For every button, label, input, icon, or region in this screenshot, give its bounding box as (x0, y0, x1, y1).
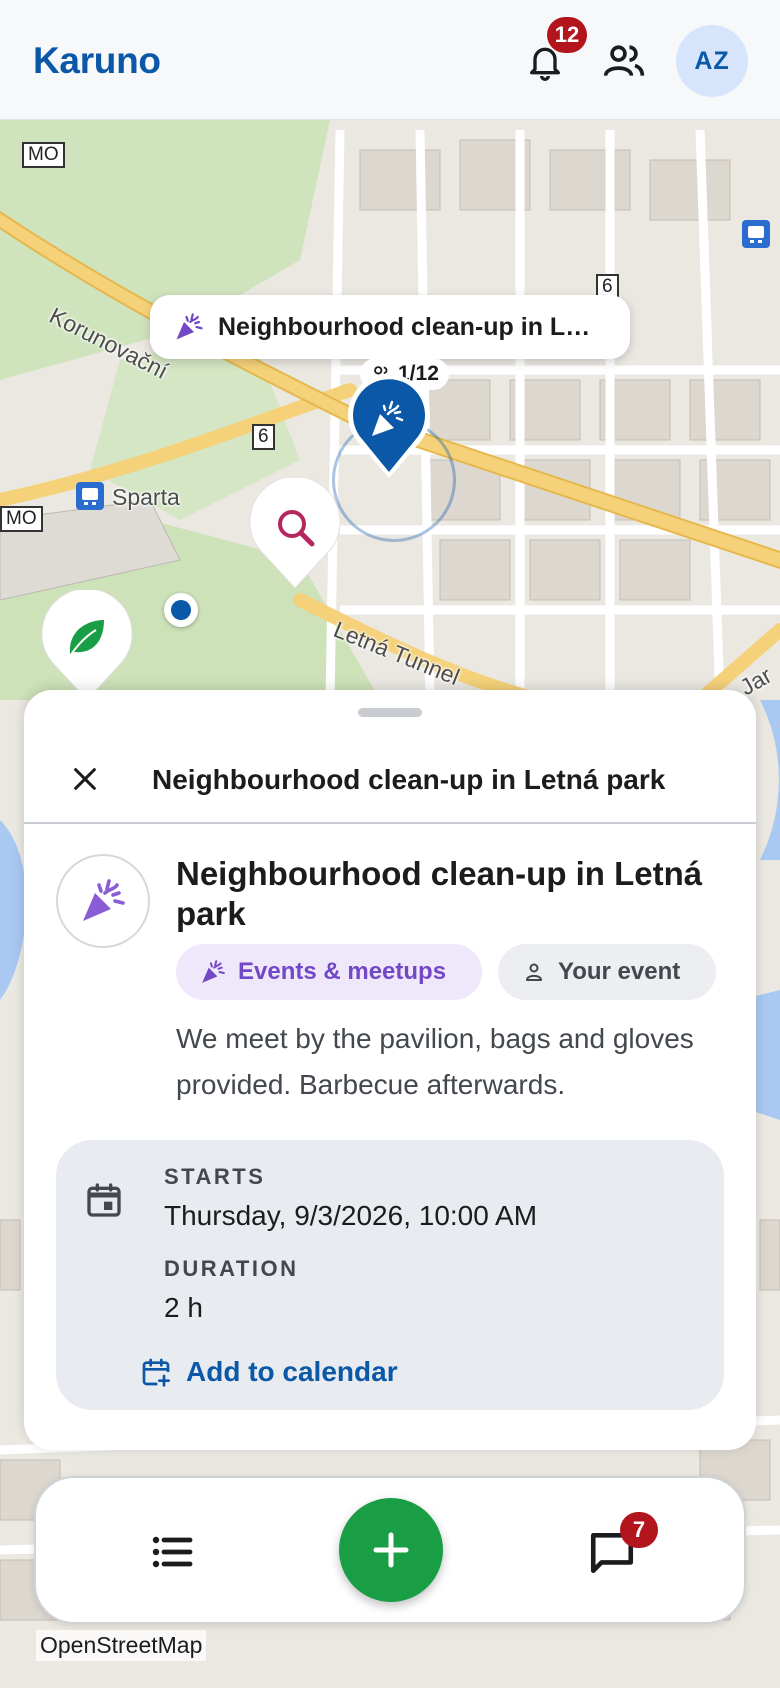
route-shield: 6 (252, 424, 275, 450)
app-logo[interactable]: Karuno (33, 40, 161, 82)
starts-label: STARTS (164, 1164, 266, 1189)
party-popper-icon (83, 879, 125, 921)
callout-title: Neighbourhood clean-up in L… (218, 312, 591, 341)
schedule-card: STARTS Thursday, 9/3/2026, 10:00 AM DURA… (56, 1140, 724, 1410)
ownership-chip: Your event (498, 944, 716, 1000)
party-popper-icon (202, 960, 225, 983)
add-to-calendar-button[interactable]: Add to calendar (116, 1350, 398, 1394)
event-title: Neighbourhood clean-up in Letná park (176, 855, 703, 932)
friends-button[interactable] (596, 33, 652, 89)
map-attribution[interactable]: OpenStreetMap (36, 1630, 207, 1661)
create-button[interactable] (339, 1498, 443, 1602)
close-icon (74, 768, 96, 790)
close-button[interactable] (62, 756, 108, 802)
duration-value: 2 h (164, 1292, 203, 1323)
road-label-sparta: Sparta (112, 484, 180, 510)
calendar-add-icon (142, 1358, 170, 1387)
notifications-button[interactable]: 12 (517, 17, 587, 89)
list-view-button[interactable] (144, 1524, 200, 1580)
leaf-map-pin[interactable] (40, 590, 134, 702)
plus-icon (373, 1532, 409, 1568)
bottom-nav: 7 (34, 1476, 746, 1624)
messages-button[interactable]: 7 (582, 1512, 658, 1580)
party-popper-icon (176, 313, 203, 340)
bus-stop-icon (76, 482, 104, 510)
event-map-pin[interactable] (344, 376, 434, 480)
app-header: Karuno 12 AZ (0, 0, 780, 120)
duration-label: DURATION (164, 1256, 299, 1281)
notifications-badge: 12 (547, 17, 587, 53)
category-chip[interactable]: Events & meetups (176, 944, 482, 1000)
starts-value: Thursday, 9/3/2026, 10:00 AM (164, 1200, 538, 1231)
category-chip-label: Events & meetups (238, 958, 447, 985)
person-icon (526, 963, 542, 981)
sheet-drag-handle[interactable] (358, 708, 422, 717)
route-shield: MO (0, 506, 43, 532)
avatar[interactable]: AZ (676, 25, 748, 97)
map-callout[interactable]: Neighbourhood clean-up in L… (150, 295, 630, 374)
sheet-title: Neighbourhood clean-up in Letná park (152, 764, 666, 795)
calendar-icon (87, 1183, 121, 1217)
event-description: We meet by the pavilion, bags and gloves… (176, 1023, 694, 1100)
list-icon (152, 1536, 193, 1568)
messages-badge: 7 (620, 1512, 658, 1548)
ownership-chip-label: Your event (558, 958, 681, 985)
search-map-pin[interactable] (248, 478, 342, 590)
event-category-avatar (56, 854, 150, 948)
sheet-header: Neighbourhood clean-up in Letná park (24, 734, 756, 824)
people-icon (603, 45, 645, 77)
current-location-dot (164, 593, 198, 627)
event-detail-sheet: Neighbourhood clean-up in Letná park Nei… (24, 690, 756, 1450)
add-to-calendar-label: Add to calendar (186, 1356, 398, 1387)
route-shield: MO (22, 142, 65, 168)
bus-stop-icon (742, 220, 770, 248)
